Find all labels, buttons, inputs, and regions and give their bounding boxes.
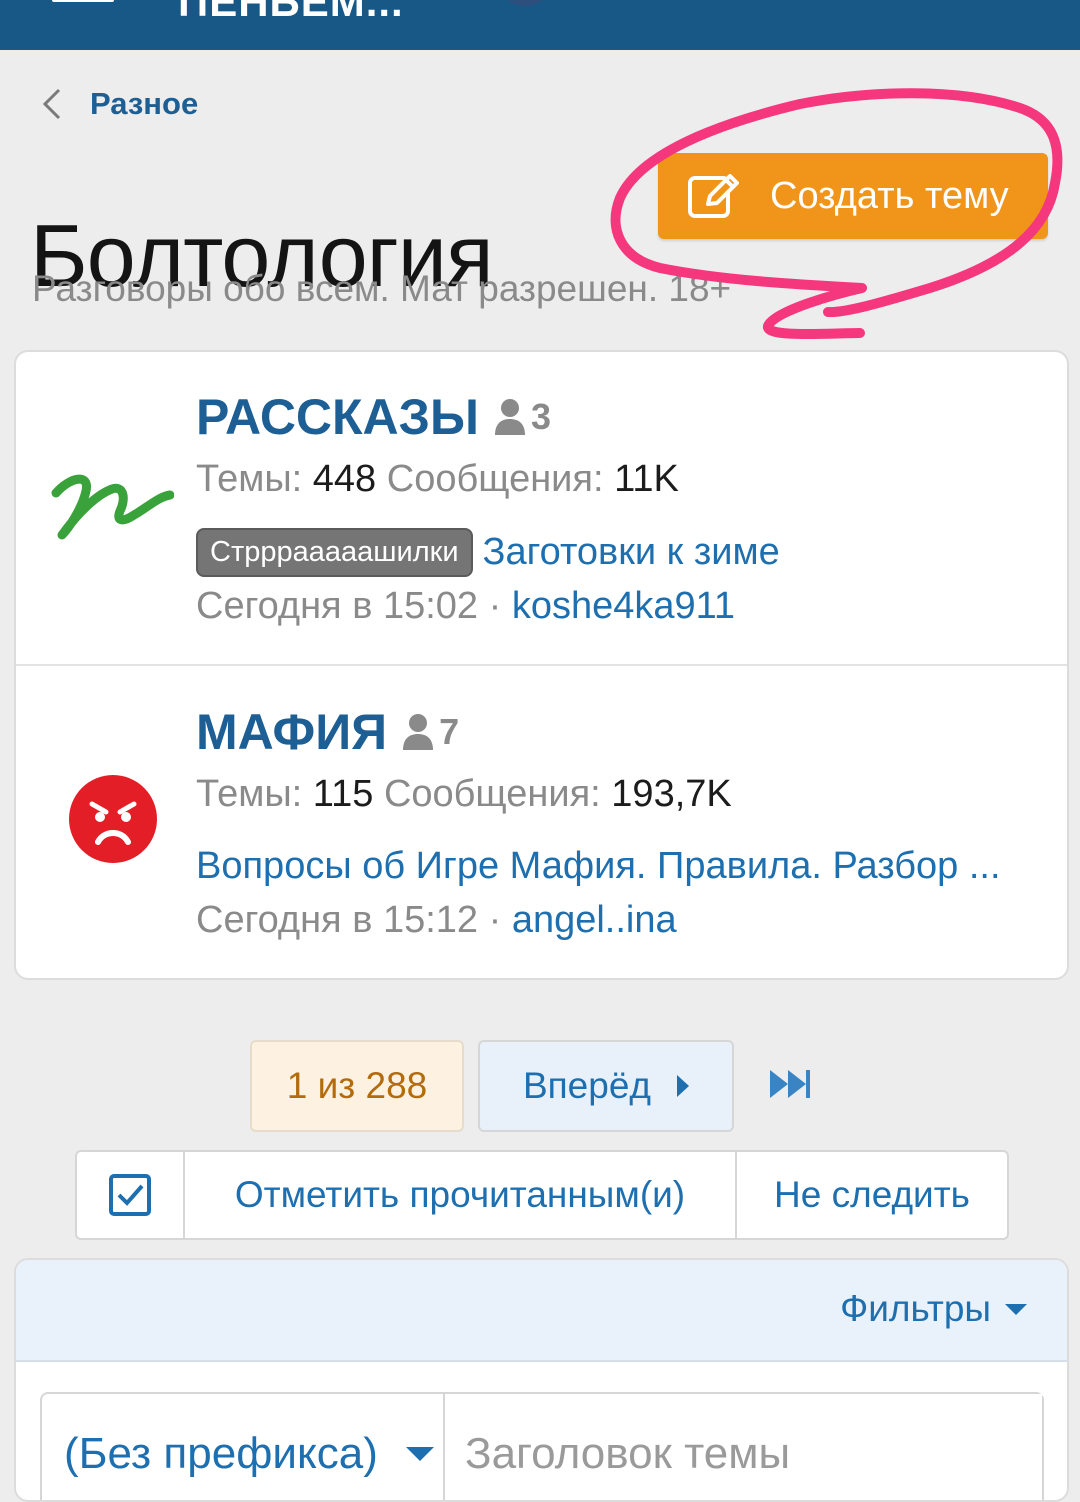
green-scribble-icon: [51, 474, 174, 540]
node-title-row: РАССКАЗЫ 3: [196, 388, 551, 446]
angry-face-icon: [69, 775, 157, 863]
threads-count: 115: [312, 773, 374, 815]
node-stats: Темы: 448 Сообщения: 11K: [196, 458, 679, 501]
create-thread-button[interactable]: Создать тему: [658, 153, 1048, 239]
node-users-count: 7: [439, 711, 460, 752]
meta-separator: ·: [488, 899, 502, 941]
page-description: Разговоры обо всем. Мат разрешен. 18+: [32, 268, 732, 309]
node-latest-meta: Сегодня в 15:12 · angel..ina: [196, 899, 677, 942]
menu-icon[interactable]: [52, 0, 114, 2]
caret-down-icon: [1005, 1303, 1027, 1315]
node-users-count: 3: [530, 396, 551, 437]
latest-thread-link[interactable]: Вопросы об Игре Мафия. Правила. Разбор .…: [196, 845, 1001, 888]
threads-label: Темы:: [196, 458, 303, 500]
select-toggle-button[interactable]: [77, 1152, 185, 1238]
threads-label: Темы:: [196, 773, 303, 815]
messages-count: 193,7K: [611, 773, 732, 815]
thread-prefix-badge: Стрррааааашилки: [196, 528, 473, 577]
messages-label: Сообщения:: [386, 458, 604, 500]
user-icon: [403, 714, 434, 750]
node-users: 3: [493, 396, 551, 438]
prefix-value: (Без префикса): [64, 1429, 378, 1478]
avatar[interactable]: [505, 0, 545, 6]
thread-actions-bar: Отметить прочитанным(и) Не следить: [75, 1150, 1009, 1240]
node-stats: Темы: 115 Сообщения: 193,7K: [196, 773, 732, 816]
node-title[interactable]: МАФИЯ: [196, 703, 387, 761]
node-latest-meta: Сегодня в 15:02 · koshe4ka911: [196, 585, 735, 628]
breadcrumb-label[interactable]: Разное: [90, 86, 198, 122]
caret-down-icon: [405, 1447, 434, 1461]
node-latest-thread: Вопросы об Игре Мафия. Правила. Разбор .…: [196, 845, 1001, 888]
next-page-button[interactable]: Вперёд: [478, 1040, 734, 1132]
caret-right-icon: [677, 1075, 690, 1097]
latest-time: Сегодня в 15:02: [196, 585, 479, 627]
fast-forward-icon[interactable]: [766, 1064, 814, 1104]
page-jump-button[interactable]: 1 из 288: [250, 1040, 464, 1132]
create-thread-label: Создать тему: [770, 174, 1009, 217]
messages-count: 11K: [614, 458, 679, 500]
latest-user-link[interactable]: koshe4ka911: [512, 585, 735, 627]
latest-thread-link[interactable]: Заготовки к зиме: [483, 531, 780, 574]
chevron-left-icon: [38, 84, 66, 124]
unwatch-button[interactable]: Не следить: [737, 1152, 1007, 1238]
edit-icon: [688, 174, 739, 218]
next-page-label: Вперёд: [522, 1065, 652, 1106]
prefix-select[interactable]: (Без префикса): [42, 1394, 445, 1500]
thread-title-input[interactable]: [445, 1394, 1042, 1500]
top-nav-bar: ПЕНЬЕМ...: [0, 0, 1080, 50]
user-icon: [494, 399, 525, 435]
quick-thread-row: (Без префикса): [40, 1392, 1044, 1500]
latest-user-link[interactable]: angel..ina: [512, 899, 677, 941]
breadcrumb[interactable]: Разное: [38, 82, 198, 126]
node-users: 7: [401, 711, 459, 753]
node-latest-thread: Стрррааааашилки Заготовки к зиме: [196, 528, 780, 577]
meta-separator: ·: [488, 585, 502, 627]
node-title[interactable]: РАССКАЗЫ: [196, 388, 479, 446]
checkbox-icon: [109, 1174, 151, 1216]
filter-header: Фильтры: [16, 1260, 1067, 1362]
latest-time: Сегодня в 15:12: [196, 899, 479, 941]
thread-filter-panel: Фильтры (Без префикса): [14, 1258, 1069, 1502]
node-title-row: МАФИЯ 7: [196, 703, 459, 761]
messages-label: Сообщения:: [383, 773, 601, 815]
threads-count: 448: [312, 458, 377, 500]
site-logo[interactable]: ПЕНЬЕМ...: [178, 0, 404, 26]
filters-dropdown[interactable]: Фильтры: [840, 1288, 1027, 1330]
mark-read-button[interactable]: Отметить прочитанным(и): [185, 1152, 737, 1238]
filters-label: Фильтры: [840, 1288, 991, 1329]
